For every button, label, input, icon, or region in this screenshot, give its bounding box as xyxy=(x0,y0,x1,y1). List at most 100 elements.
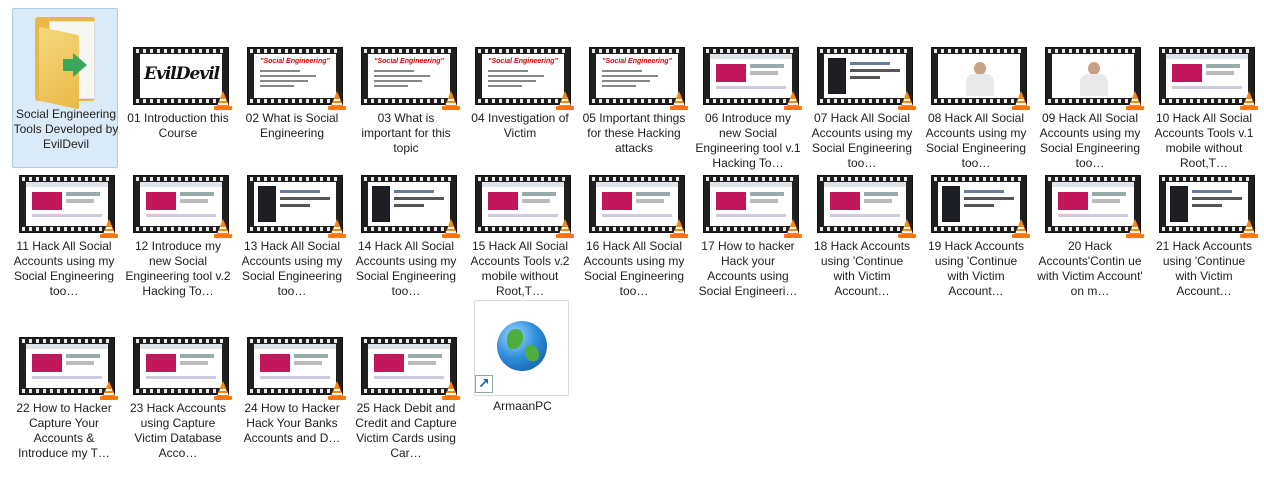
file-explorer-pane: Social Engineering Tools Developed by Ev… xyxy=(0,0,1264,495)
video-file-label: 14 Hack All Social Accounts using my Soc… xyxy=(355,239,457,298)
video-thumbnail xyxy=(703,175,802,238)
video-file-item[interactable]: 25 Hack Debit and Credit and Capture Vic… xyxy=(352,334,460,460)
video-file-label: 03 What is important for this topic xyxy=(361,111,451,155)
video-file-label: 11 Hack All Social Accounts using my Soc… xyxy=(13,239,115,298)
video-file-item[interactable]: 21 Hack Accounts using 'Continue with Vi… xyxy=(1150,172,1258,298)
vlc-icon xyxy=(783,89,803,111)
video-file-item[interactable]: 23 Hack Accounts using Capture Victim Da… xyxy=(124,334,233,460)
folder-label: Social Engineering Tools Developed by Ev… xyxy=(13,107,119,151)
video-thumbnail: "Social Engineering" xyxy=(475,47,574,110)
vlc-icon xyxy=(99,379,119,401)
video-thumbnail xyxy=(931,175,1030,238)
video-thumbnail xyxy=(817,175,916,238)
vlc-icon xyxy=(897,217,917,239)
vlc-icon xyxy=(1239,217,1259,239)
video-thumbnail xyxy=(1045,47,1144,110)
vlc-icon xyxy=(897,89,917,111)
video-thumbnail: "Social Engineering" xyxy=(247,47,346,110)
vlc-icon xyxy=(441,379,461,401)
thumb-slide-title: "Social Engineering" xyxy=(602,58,672,65)
video-thumbnail xyxy=(361,337,460,400)
video-file-label: 12 Introduce my new Social Engineering t… xyxy=(125,239,231,298)
video-file-item[interactable]: 19 Hack Accounts using 'Continue with Vi… xyxy=(922,172,1030,298)
video-file-label: 24 How to Hacker Hack Your Banks Account… xyxy=(243,401,341,445)
vlc-icon xyxy=(99,217,119,239)
video-file-item[interactable]: "Social Engineering" 02 What is Social En… xyxy=(238,44,346,166)
vlc-icon xyxy=(555,217,575,239)
thumb-slide-title: "Social Engineering" xyxy=(488,58,558,65)
thumb-slide-title: "Social Engineering" xyxy=(260,58,330,65)
video-file-label: 20 Hack Accounts'Contin ue with Victim A… xyxy=(1037,239,1143,298)
video-thumbnail xyxy=(133,175,232,238)
thumb-logo-text: EvilDevil xyxy=(144,64,220,84)
video-file-label: 13 Hack All Social Accounts using my Soc… xyxy=(241,239,343,298)
video-thumbnail xyxy=(1045,175,1144,238)
video-thumbnail xyxy=(1159,47,1258,110)
video-file-item[interactable]: "Social Engineering" 04 Investigation of … xyxy=(466,44,574,166)
video-file-label: 02 What is Social Engineering xyxy=(245,111,339,140)
video-file-item[interactable]: 08 Hack All Social Accounts using my Soc… xyxy=(922,44,1030,170)
video-thumbnail xyxy=(247,337,346,400)
video-file-item[interactable]: 22 How to Hacker Capture Your Accounts &… xyxy=(10,334,119,460)
vlc-icon xyxy=(1011,217,1031,239)
vlc-icon xyxy=(327,379,347,401)
video-file-label: 09 Hack All Social Accounts using my Soc… xyxy=(1039,111,1141,170)
vlc-icon xyxy=(327,89,347,111)
vlc-icon xyxy=(1239,89,1259,111)
video-file-item[interactable]: "Social Engineering" 05 Important things … xyxy=(580,44,688,166)
video-file-label: 19 Hack Accounts using 'Continue with Vi… xyxy=(927,239,1025,298)
vlc-icon xyxy=(327,217,347,239)
folder-item[interactable]: Social Engineering Tools Developed by Ev… xyxy=(12,8,118,168)
video-thumbnail xyxy=(19,175,118,238)
video-file-label: 18 Hack Accounts using 'Continue with Vi… xyxy=(813,239,911,298)
vlc-icon xyxy=(213,89,233,111)
vlc-icon xyxy=(213,217,233,239)
video-file-item[interactable]: 09 Hack All Social Accounts using my Soc… xyxy=(1036,44,1144,170)
video-thumbnail xyxy=(1159,175,1258,238)
vlc-icon xyxy=(1125,89,1145,111)
video-file-item[interactable]: 10 Hack All Social Accounts Tools v.1 mo… xyxy=(1150,44,1258,170)
video-file-item[interactable]: EvilDevil 01 Introduction this Course xyxy=(124,44,232,166)
video-file-item[interactable]: 06 Introduce my new Social Engineering t… xyxy=(694,44,803,170)
video-file-label: 21 Hack Accounts using 'Continue with Vi… xyxy=(1155,239,1253,298)
video-file-item[interactable]: 18 Hack Accounts using 'Continue with Vi… xyxy=(808,172,916,298)
video-thumbnail: EvilDevil xyxy=(133,47,232,110)
video-file-item[interactable]: 14 Hack All Social Accounts using my Soc… xyxy=(352,172,460,298)
video-file-item[interactable]: 12 Introduce my new Social Engineering t… xyxy=(124,172,232,298)
video-thumbnail xyxy=(817,47,916,110)
shortcut-item[interactable]: ↗ ArmaanPC xyxy=(474,300,569,413)
video-file-label: 01 Introduction this Course xyxy=(127,111,229,140)
video-file-label: 17 How to hacker Hack your Accounts usin… xyxy=(698,239,798,298)
video-thumbnail xyxy=(589,175,688,238)
video-file-label: 05 Important things for these Hacking at… xyxy=(582,111,686,155)
video-file-label: 06 Introduce my new Social Engineering t… xyxy=(695,111,801,170)
video-file-label: 22 How to Hacker Capture Your Accounts &… xyxy=(16,401,112,460)
video-file-item[interactable]: "Social Engineering" 03 What is important… xyxy=(352,44,460,166)
video-file-item[interactable]: 24 How to Hacker Hack Your Banks Account… xyxy=(238,334,346,456)
video-file-label: 25 Hack Debit and Credit and Capture Vic… xyxy=(355,401,457,460)
video-file-item[interactable]: 16 Hack All Social Accounts using my Soc… xyxy=(580,172,688,298)
vlc-icon xyxy=(213,379,233,401)
vlc-icon xyxy=(441,217,461,239)
video-thumbnail: "Social Engineering" xyxy=(361,47,460,110)
video-file-item[interactable]: 17 How to hacker Hack your Accounts usin… xyxy=(694,172,802,298)
video-thumbnail xyxy=(361,175,460,238)
video-file-item[interactable]: 11 Hack All Social Accounts using my Soc… xyxy=(10,172,118,298)
vlc-icon xyxy=(441,89,461,111)
vlc-icon xyxy=(669,217,689,239)
video-file-label: 08 Hack All Social Accounts using my Soc… xyxy=(925,111,1027,170)
shortcut-arrow-icon: ↗ xyxy=(475,375,493,393)
video-file-item[interactable]: 20 Hack Accounts'Contin ue with Victim A… xyxy=(1036,172,1144,298)
vlc-icon xyxy=(1125,217,1145,239)
video-file-label: 16 Hack All Social Accounts using my Soc… xyxy=(583,239,685,298)
video-thumbnail xyxy=(475,175,574,238)
thumb-slide-title: "Social Engineering" xyxy=(374,58,444,65)
video-thumbnail xyxy=(247,175,346,238)
globe-icon xyxy=(497,321,547,371)
video-file-item[interactable]: 13 Hack All Social Accounts using my Soc… xyxy=(238,172,346,298)
video-file-label: 23 Hack Accounts using Capture Victim Da… xyxy=(129,401,227,460)
vlc-icon xyxy=(783,217,803,239)
video-file-item[interactable]: 15 Hack All Social Accounts Tools v.2 mo… xyxy=(466,172,574,298)
video-file-item[interactable]: 07 Hack All Social Accounts using my Soc… xyxy=(808,44,916,170)
folder-icon xyxy=(29,13,105,110)
